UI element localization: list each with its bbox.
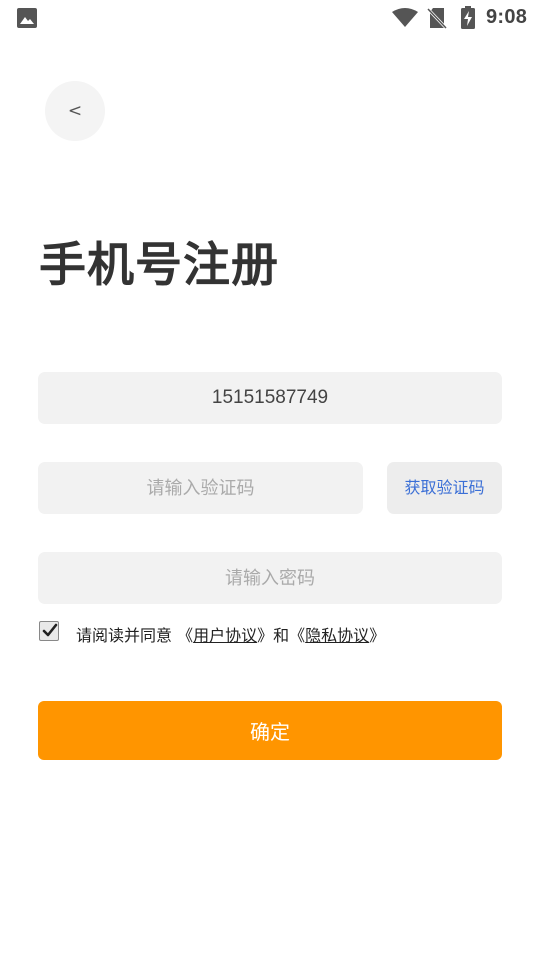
bracket-open: 《 bbox=[177, 626, 194, 645]
agreement-and: 和 bbox=[273, 626, 290, 645]
back-button[interactable]: < bbox=[45, 81, 105, 141]
get-code-button[interactable]: 获取验证码 bbox=[387, 462, 502, 514]
wifi-icon bbox=[392, 8, 418, 32]
bracket-open: 《 bbox=[289, 626, 306, 645]
image-icon bbox=[17, 8, 37, 32]
phone-input[interactable] bbox=[38, 372, 502, 424]
agreement-checkbox[interactable] bbox=[39, 621, 59, 641]
bracket-close: 》 bbox=[369, 626, 386, 645]
battery-charging-icon bbox=[460, 6, 476, 34]
status-bar: 9:08 bbox=[0, 0, 540, 36]
agreement-text: 请阅读并同意 《用户协议》和《隐私协议》 bbox=[76, 625, 385, 647]
confirm-button[interactable]: 确定 bbox=[38, 701, 502, 760]
agreement-prefix: 请阅读并同意 bbox=[76, 626, 178, 645]
page-title: 手机号注册 bbox=[39, 238, 279, 293]
no-sim-icon bbox=[426, 7, 448, 33]
bracket-close: 》 bbox=[257, 626, 274, 645]
privacy-policy-link[interactable]: 隐私协议 bbox=[305, 626, 369, 645]
user-agreement-link[interactable]: 用户协议 bbox=[193, 626, 257, 645]
checkmark-icon bbox=[42, 623, 58, 637]
password-input[interactable] bbox=[38, 552, 502, 604]
verification-code-input[interactable] bbox=[38, 462, 363, 514]
status-time: 9:08 bbox=[486, 6, 528, 28]
